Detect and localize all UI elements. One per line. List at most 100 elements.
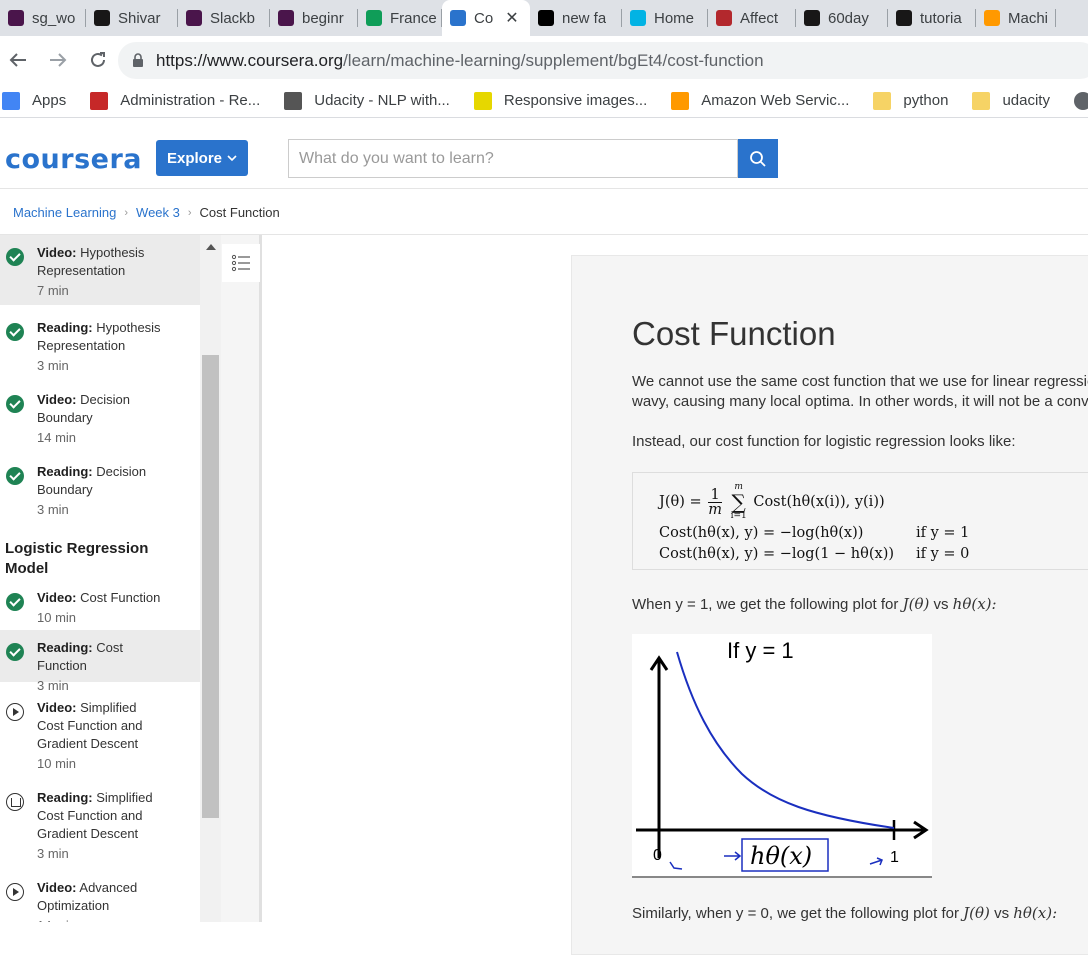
paragraph-y0-text: Similarly, when y = 0, we get the follow… bbox=[632, 905, 959, 922]
sidebar-item[interactable]: Reading: Cost Function 3 min bbox=[0, 630, 200, 693]
sidebar-item-text: Reading: Cost Function bbox=[37, 639, 162, 675]
search-button[interactable] bbox=[738, 139, 778, 178]
coursera-logo[interactable]: coursera bbox=[5, 144, 142, 175]
coursera-icon bbox=[450, 10, 466, 26]
annotation-arrow-icon bbox=[869, 857, 883, 866]
folder-icon bbox=[873, 91, 892, 110]
sidebar-item[interactable]: Video: Simplified Cost Function and Grad… bbox=[0, 690, 200, 774]
sidebar-item[interactable]: Video: Cost Function 10 min bbox=[0, 580, 200, 628]
browser-tab[interactable]: Shivar bbox=[86, 0, 178, 36]
math-j-theta: J(θ) bbox=[963, 904, 990, 922]
checkmark-icon bbox=[6, 395, 24, 413]
paragraph-intro-line1: We cannot use the same cost function tha… bbox=[632, 373, 1088, 390]
search-icon bbox=[750, 150, 766, 167]
plot-origin-label: 0 bbox=[653, 847, 662, 864]
paragraph-y0: Similarly, when y = 0, we get the follow… bbox=[632, 903, 1057, 924]
browser-tab[interactable]: new fa bbox=[530, 0, 622, 36]
toc-toggle-button[interactable] bbox=[222, 244, 260, 282]
page-title: Cost Function bbox=[632, 315, 836, 352]
browser-tab[interactable]: sg_wo bbox=[0, 0, 86, 36]
explore-label: Explore bbox=[166, 149, 223, 167]
sidebar-item[interactable]: Reading: Decision Boundary 3 min bbox=[0, 454, 200, 524]
sidebar-item-text: Video: Advanced Optimization bbox=[37, 879, 162, 915]
mdn-icon bbox=[473, 91, 492, 110]
math-h-theta: hθ(x): bbox=[1013, 904, 1058, 922]
toc-column bbox=[221, 235, 262, 922]
aws-icon bbox=[984, 10, 1000, 26]
bookmark-item[interactable]: Apps bbox=[2, 91, 67, 110]
tab-title: Shivar bbox=[118, 9, 161, 27]
item-duration: 3 min bbox=[37, 358, 69, 373]
browser-tab[interactable]: Machi bbox=[976, 0, 1056, 36]
browser-tab[interactable]: Affect bbox=[708, 0, 796, 36]
bookmark-item[interactable]: python bbox=[873, 91, 948, 110]
list-icon bbox=[231, 254, 250, 272]
tab-title: Home bbox=[654, 9, 695, 27]
github-icon bbox=[804, 10, 820, 26]
scroll-up-arrow-icon[interactable] bbox=[206, 244, 216, 250]
sidebar-item[interactable]: Video: Decision Boundary 14 min bbox=[0, 382, 200, 452]
item-kind: Reading: bbox=[37, 640, 93, 655]
item-title: Cost Function bbox=[80, 590, 161, 605]
bookmark-item[interactable]: Udacity - NLP with... bbox=[284, 91, 450, 110]
paragraph-instead: Instead, our cost function for logistic … bbox=[632, 433, 1016, 450]
paragraph-y1: When y = 1, we get the following plot fo… bbox=[632, 594, 997, 615]
sidebar-item[interactable]: Video: Advanced Optimization 14 min bbox=[0, 870, 200, 922]
bookmark-label: Apps bbox=[32, 92, 67, 109]
tab-title: new fa bbox=[562, 9, 607, 27]
search-input[interactable]: What do you want to learn? bbox=[288, 139, 738, 178]
browser-tab[interactable]: Home bbox=[622, 0, 708, 36]
plot-x-label: hθ(x) bbox=[750, 842, 812, 870]
sum-lower-limit: i=1 bbox=[730, 511, 747, 521]
github-icon bbox=[896, 10, 912, 26]
back-button[interactable] bbox=[0, 42, 36, 78]
equation-row-3: Cost(hθ(x), y) = −log(1 − hθ(x)) bbox=[659, 546, 895, 562]
annotation-arrow-icon bbox=[669, 861, 683, 870]
chevron-right-icon: › bbox=[124, 206, 129, 219]
bookmark-item[interactable]: Responsive images... bbox=[473, 91, 647, 110]
math-j-theta: J(θ) bbox=[902, 595, 930, 613]
paragraph-intro-line2: wavy, causing many local optima. In othe… bbox=[632, 393, 1088, 410]
browser-tab[interactable]: Slackb bbox=[178, 0, 270, 36]
sheets-icon bbox=[366, 10, 382, 26]
item-kind: Video: bbox=[37, 590, 77, 605]
browser-tab[interactable]: Co ✕ bbox=[442, 0, 530, 36]
play-icon bbox=[6, 883, 24, 901]
browser-tab[interactable]: France bbox=[358, 0, 442, 36]
sidebar-item[interactable]: Reading: Simplified Cost Function and Gr… bbox=[0, 780, 200, 864]
item-kind: Reading: bbox=[37, 464, 93, 479]
sidebar-item-text: Video: Hypothesis Representation bbox=[37, 244, 162, 280]
bookmark-item[interactable]: Administration - Re... bbox=[90, 91, 260, 110]
scrollbar-thumb[interactable] bbox=[202, 355, 219, 818]
browser-tab[interactable]: 60day bbox=[796, 0, 888, 36]
item-kind: Video: bbox=[37, 245, 77, 260]
forward-button[interactable] bbox=[40, 42, 76, 78]
close-icon[interactable]: ✕ bbox=[505, 8, 518, 28]
browser-tab[interactable]: beginr bbox=[270, 0, 358, 36]
bookmark-item[interactable]: Amazon Web Servic... bbox=[671, 91, 849, 110]
fraction-numerator: 1 bbox=[708, 487, 722, 503]
sidebar-item[interactable]: Video: Hypothesis Representation 7 min bbox=[0, 235, 200, 305]
address-bar[interactable]: https://www.coursera.org/learn/machine-l… bbox=[118, 42, 1088, 79]
breadcrumb-week[interactable]: Week 3 bbox=[136, 205, 180, 220]
breadcrumb-course[interactable]: Machine Learning bbox=[13, 205, 116, 220]
bookmark-item[interactable]: D bbox=[1073, 91, 1088, 110]
bookmark-item[interactable]: udacity bbox=[972, 91, 1050, 110]
breadcrumb: Machine Learning › Week 3 › Cost Functio… bbox=[13, 205, 280, 220]
chevron-down-icon bbox=[227, 155, 237, 162]
vs-text: vs bbox=[933, 596, 949, 613]
cost-curve bbox=[676, 651, 895, 829]
tab-title: Slackb bbox=[210, 9, 256, 27]
sidebar-item[interactable]: Reading: Hypothesis Representation 3 min bbox=[0, 310, 200, 380]
y-axis bbox=[649, 655, 669, 858]
sidebar-item-text: Reading: Hypothesis Representation bbox=[37, 319, 162, 355]
globe-icon bbox=[1073, 91, 1088, 110]
explore-button[interactable]: Explore bbox=[156, 140, 248, 176]
condition-y0: if y = 0 bbox=[916, 546, 970, 562]
tab-title: Machi bbox=[1008, 9, 1049, 27]
reload-button[interactable] bbox=[80, 42, 116, 78]
item-duration: 10 min bbox=[37, 610, 77, 625]
sidebar-item-text: Video: Cost Function bbox=[37, 589, 162, 607]
browser-tab[interactable]: tutoria bbox=[888, 0, 976, 36]
cost-function-equation: J(θ) = 1m m ∑ i=1 Cost(hθ(x(i)), y(i)) Cos… bbox=[632, 472, 1088, 570]
